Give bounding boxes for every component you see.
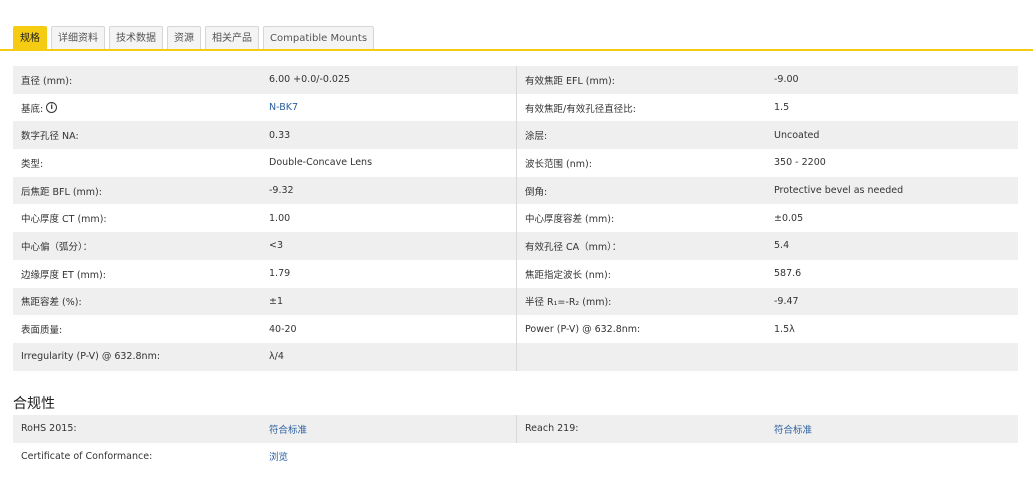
compliance-value: 浏览 bbox=[256, 443, 516, 471]
tab-underline bbox=[0, 49, 1033, 51]
spec-row: 类型: Double-Concave Lens 波长范围 (nm): 350 -… bbox=[13, 149, 1018, 177]
spec-label: 焦距指定波长 (nm): bbox=[516, 259, 765, 288]
spec-label: 类型: bbox=[21, 158, 44, 170]
spec-row: 边缘厚度 ET (mm): 1.79 焦距指定波长 (nm): 587.6 bbox=[13, 259, 1018, 288]
tab-specs[interactable]: 规格 bbox=[13, 26, 47, 50]
spec-table: 直径 (mm): 6.00 +0.0/-0.025 有效焦距 EFL (mm):… bbox=[13, 66, 1018, 371]
compliance-label: Certificate of Conformance: bbox=[21, 450, 153, 462]
spec-row: 基底: i N-BK7 有效焦距/有效孔径直径比: 1.5 bbox=[13, 93, 1018, 122]
spec-label: 有效焦距 EFL (mm): bbox=[516, 66, 765, 94]
spec-value: 1.00 bbox=[269, 212, 291, 224]
reach-link[interactable]: 符合标准 bbox=[774, 422, 812, 436]
spec-value: ±0.05 bbox=[774, 212, 804, 224]
spec-row: Irregularity (P-V) @ 632.8nm: λ/4 bbox=[13, 342, 1018, 371]
compliance-row: RoHS 2015: 符合标准 Reach 219: 符合标准 bbox=[13, 415, 1018, 443]
spec-value: 5.4 bbox=[774, 240, 790, 252]
spec-value bbox=[765, 343, 1018, 371]
tab-details[interactable]: 详细资料 bbox=[51, 26, 105, 50]
spec-label: 中心偏（弧分）： bbox=[21, 241, 93, 253]
compliance-heading: 合规性 bbox=[13, 396, 55, 412]
spec-label-substrate: 基底: i bbox=[13, 94, 256, 122]
spec-label-text: 基底: bbox=[21, 103, 44, 115]
spec-label: 直径 (mm): bbox=[21, 75, 73, 87]
spec-label: 边缘厚度 ET (mm): bbox=[21, 269, 106, 281]
spec-value: N-BK7 bbox=[256, 94, 516, 122]
spec-label: 数字孔径 NA: bbox=[21, 131, 79, 143]
spec-label: 后焦距 BFL (mm): bbox=[21, 186, 102, 198]
spec-value: 1.5 bbox=[774, 102, 790, 114]
tab-compatible-mounts[interactable]: Compatible Mounts bbox=[263, 26, 375, 50]
spec-row: 直径 (mm): 6.00 +0.0/-0.025 有效焦距 EFL (mm):… bbox=[13, 66, 1018, 94]
spec-value: <3 bbox=[269, 240, 284, 252]
spec-row: 后焦距 BFL (mm): -9.32 倒角: Protective bevel… bbox=[13, 176, 1018, 205]
spec-label: 有效孔径 CA（mm）： bbox=[516, 232, 765, 260]
spec-value: Uncoated bbox=[774, 129, 820, 141]
spec-value: 0.33 bbox=[269, 129, 291, 141]
spec-value: 350 - 2200 bbox=[774, 157, 826, 169]
spec-row: 中心偏（弧分）： <3 有效孔径 CA（mm）： 5.4 bbox=[13, 232, 1018, 260]
compliance-value: 符合标准 bbox=[765, 415, 1018, 443]
tab-related-products[interactable]: 相关产品 bbox=[205, 26, 259, 50]
spec-value: 1.5λ bbox=[774, 323, 795, 335]
spec-label: 有效焦距/有效孔径直径比: bbox=[516, 93, 765, 122]
spec-value: 1.79 bbox=[269, 268, 291, 280]
tab-resources[interactable]: 资源 bbox=[167, 26, 201, 50]
spec-label: Power (P-V) @ 632.8nm: bbox=[516, 315, 765, 343]
spec-value: ±1 bbox=[269, 295, 284, 307]
spec-value: λ/4 bbox=[269, 351, 284, 363]
spec-label: 中心厚度容差 (mm): bbox=[516, 204, 765, 233]
spec-label: 表面质量: bbox=[21, 325, 63, 337]
spec-value: -9.00 bbox=[774, 74, 799, 86]
spec-value: Protective bevel as needed bbox=[774, 185, 904, 197]
tab-technical-data[interactable]: 技术数据 bbox=[109, 26, 163, 50]
compliance-row: Certificate of Conformance: 浏览 bbox=[13, 443, 1018, 471]
spec-value: 40-20 bbox=[269, 323, 297, 335]
spec-row: 焦距容差 (%): ±1 半径 R₁=-R₂ (mm): -9.47 bbox=[13, 287, 1018, 316]
spec-label: 中心厚度 CT (mm): bbox=[21, 214, 107, 226]
spec-label: 涂层: bbox=[516, 121, 765, 150]
certificate-view-link[interactable]: 浏览 bbox=[269, 449, 288, 463]
compliance-label: Reach 219: bbox=[516, 415, 765, 443]
compliance-table: RoHS 2015: 符合标准 Reach 219: 符合标准 Certific… bbox=[13, 415, 1018, 470]
spec-row: 表面质量: 40-20 Power (P-V) @ 632.8nm: 1.5λ bbox=[13, 315, 1018, 343]
spec-value: 587.6 bbox=[774, 268, 802, 280]
compliance-value bbox=[765, 443, 1018, 471]
spec-row: 数字孔径 NA: 0.33 涂层: Uncoated bbox=[13, 121, 1018, 150]
compliance-label: RoHS 2015: bbox=[21, 423, 77, 435]
product-specs-page: 规格 详细资料 技术数据 资源 相关产品 Compatible Mounts 直… bbox=[0, 0, 1033, 485]
spec-row: 中心厚度 CT (mm): 1.00 中心厚度容差 (mm): ±0.05 bbox=[13, 204, 1018, 233]
spec-label bbox=[516, 342, 765, 371]
tab-bar: 规格 详细资料 技术数据 资源 相关产品 Compatible Mounts bbox=[13, 26, 375, 50]
spec-value: -9.47 bbox=[774, 295, 799, 307]
rohs-link[interactable]: 符合标准 bbox=[269, 422, 307, 436]
compliance-label bbox=[516, 443, 765, 471]
spec-label: 波长范围 (nm): bbox=[516, 149, 765, 177]
spec-value: -9.32 bbox=[269, 185, 294, 197]
substrate-link[interactable]: N-BK7 bbox=[269, 102, 298, 113]
spec-label: Irregularity (P-V) @ 632.8nm: bbox=[21, 351, 161, 363]
compliance-value: 符合标准 bbox=[256, 415, 516, 443]
spec-value: Double-Concave Lens bbox=[269, 157, 373, 169]
spec-label: 倒角: bbox=[516, 176, 765, 205]
spec-label: 半径 R₁=-R₂ (mm): bbox=[516, 287, 765, 316]
info-icon[interactable]: i bbox=[46, 102, 58, 114]
spec-label: 焦距容差 (%): bbox=[21, 297, 82, 309]
spec-value: 6.00 +0.0/-0.025 bbox=[269, 74, 351, 86]
